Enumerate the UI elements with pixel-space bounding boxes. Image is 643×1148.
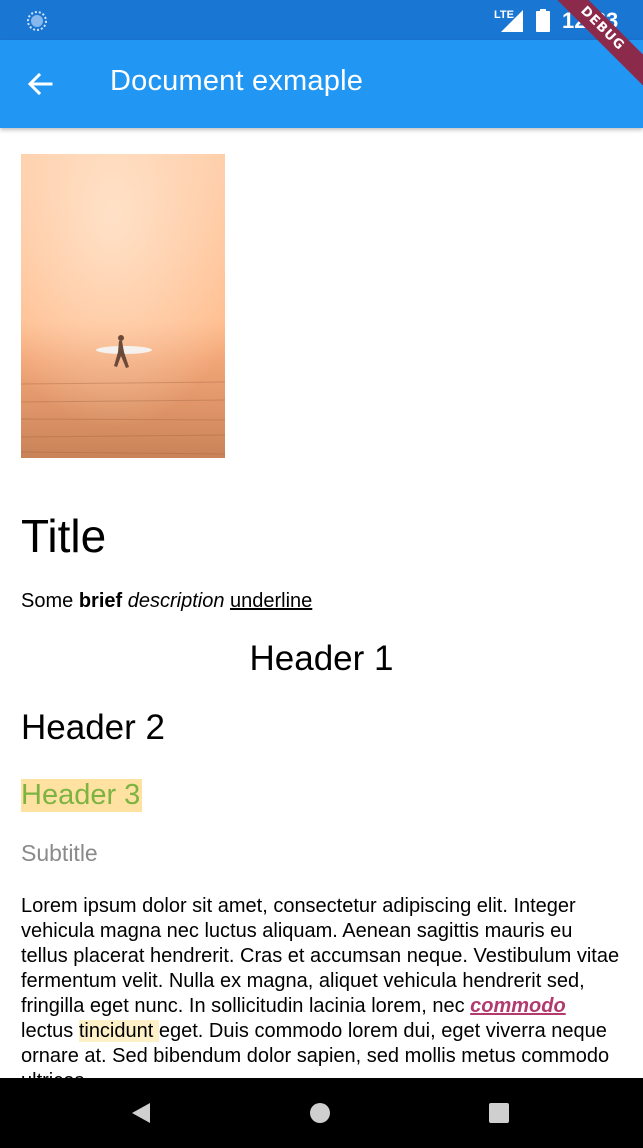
- paragraph-text-2: lectus: [21, 1020, 79, 1042]
- nav-back-icon[interactable]: [128, 1100, 154, 1126]
- document-title: Title: [21, 510, 107, 562]
- battery-icon: [536, 9, 550, 32]
- highlighted-text: tincidunt: [78, 1020, 159, 1042]
- signal-icon: [501, 10, 523, 32]
- description: Some brief description underline: [21, 590, 312, 613]
- subtitle: Subtitle: [21, 840, 98, 866]
- header-2: Header 2: [21, 708, 165, 747]
- header-1: Header 1: [249, 639, 394, 678]
- description-text-underline: underline: [230, 590, 313, 612]
- page-title: Document exmaple: [110, 65, 364, 97]
- surfer-photo: [21, 154, 225, 458]
- lorem-paragraph: Lorem ipsum dolor sit amet, consectetur …: [21, 894, 621, 1078]
- navigation-bar: [0, 1078, 643, 1148]
- document-content[interactable]: Title Some brief description underline H…: [0, 128, 643, 1078]
- header-3: Header 3: [21, 779, 143, 812]
- commodo-link[interactable]: commodo: [470, 995, 566, 1017]
- nav-recents-icon[interactable]: [486, 1100, 512, 1126]
- arrow-back-icon[interactable]: [24, 68, 56, 100]
- description-text-some: Some: [21, 590, 74, 612]
- hero-image: [21, 154, 225, 458]
- app-bar: Document exmaple: [0, 40, 643, 128]
- description-text-italic: description: [127, 590, 225, 612]
- nav-home-icon[interactable]: [307, 1100, 333, 1126]
- sync-notification-icon: [27, 11, 47, 31]
- description-text-bold: brief: [78, 590, 123, 612]
- status-bar: LTE 12:33: [0, 0, 643, 40]
